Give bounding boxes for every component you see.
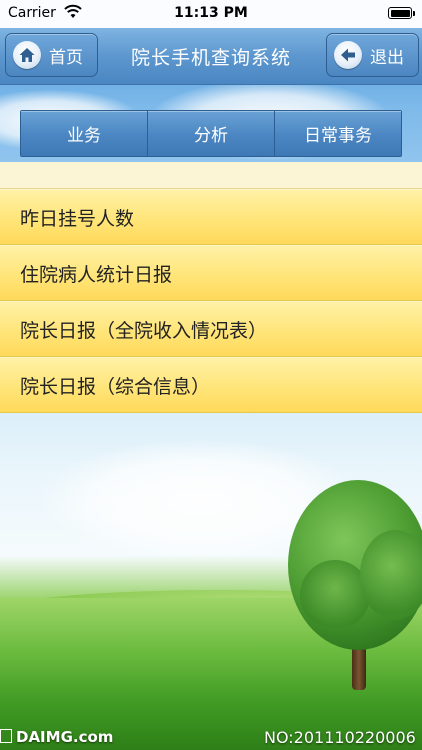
list-header-spacer [0,162,422,189]
home-icon [13,41,41,69]
segment-tabs: 业务 分析 日常事务 [20,110,402,157]
home-button-label: 首页 [49,47,83,68]
serial-number: NO:201110220006 [264,728,416,747]
list-item-president-daily-summary[interactable]: 院长日报（综合信息） [0,357,422,413]
logout-button-label: 退出 [370,47,404,68]
back-arrow-icon [334,41,362,69]
battery-icon [388,7,415,19]
tab-analysis[interactable]: 分析 [147,111,274,156]
tree-crown [360,530,422,620]
status-bar: Carrier 11:13 PM [0,0,422,28]
tab-business[interactable]: 业务 [21,111,147,156]
list-item-inpatient-daily-report[interactable]: 住院病人统计日报 [0,245,422,301]
page-title: 院长手机查询系统 [130,47,291,69]
tab-daily-affairs[interactable]: 日常事务 [274,111,401,156]
list-item-president-daily-income[interactable]: 院长日报（全院收入情况表） [0,301,422,357]
brand-text: DAIMG.com [16,728,114,746]
clock: 11:13 PM [174,5,248,21]
home-button[interactable]: 首页 [5,33,98,77]
footer-brand: DAIMG.com [0,728,113,746]
logout-button[interactable]: 退出 [326,33,419,77]
menu-list: 昨日挂号人数 住院病人统计日报 院长日报（全院收入情况表） 院长日报（综合信息） [0,162,422,413]
brand-icon [0,729,12,743]
nav-bar: 首页 院长手机查询系统 退出 [0,28,422,85]
list-item-yesterday-registrations[interactable]: 昨日挂号人数 [0,189,422,245]
